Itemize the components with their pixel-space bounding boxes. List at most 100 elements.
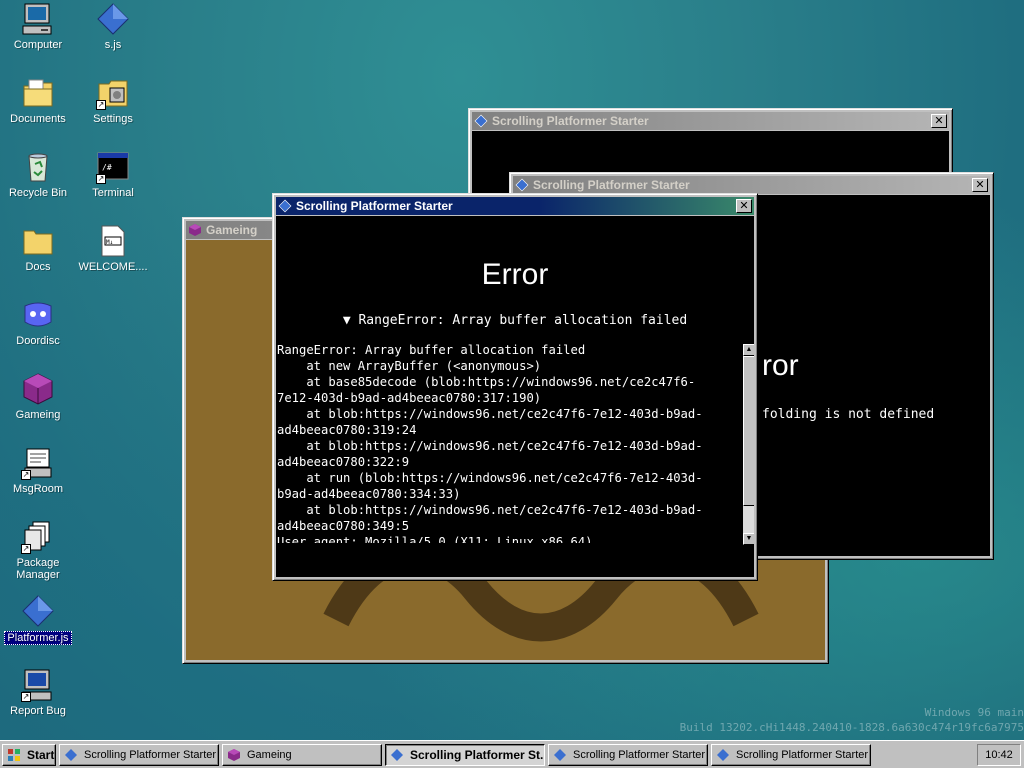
close-button[interactable]: ✕ (931, 114, 947, 128)
desktop-icon-report-bug[interactable]: ↗ Report Bug (1, 668, 75, 717)
desktop-icon-doordisc[interactable]: Doordisc (1, 298, 75, 347)
error-window-front-titlebar[interactable]: Scrolling Platformer Starter ✕ (276, 197, 754, 215)
settings-icon: ↗ (96, 76, 130, 110)
error-stack-trace: RangeError: Array buffer allocation fail… (277, 342, 743, 543)
taskbar-item-gameing[interactable]: Gameing (222, 743, 382, 766)
recycle-bin-icon (21, 150, 55, 184)
taskbar-item-label: Scrolling Platformer Starter (573, 748, 706, 761)
gameing-cube-icon (21, 372, 55, 406)
desktop-icon-label: Doordisc (16, 335, 60, 347)
taskbar-item-scrolling-platformer-4[interactable]: Scrolling Platformer Starter (711, 743, 871, 766)
taskbar-item-scrolling-platformer-3[interactable]: Scrolling Platformer Starter (548, 743, 708, 766)
stack-trace-line: at new ArrayBuffer (<anonymous>) (277, 359, 542, 373)
stack-trace-line: RangeError: Array buffer allocation fail… (277, 343, 586, 357)
js-diamond-icon (554, 748, 566, 761)
scroll-thumb[interactable] (743, 356, 754, 506)
report-bug-icon: ↗ (21, 668, 55, 702)
window-title: Scrolling Platformer Starter (533, 178, 690, 192)
clock-text: 10:42 (985, 749, 1013, 761)
close-button[interactable]: ✕ (972, 178, 988, 192)
desktop-icon-label: Platformer.js (4, 631, 72, 645)
markdown-file-icon: M↓ (96, 224, 130, 258)
doordisc-icon (21, 298, 55, 332)
desktop-icon-label: Terminal (92, 187, 134, 199)
desktop-icon-label: MsgRoom (12, 483, 64, 495)
desktop-icon-computer[interactable]: Computer (1, 2, 75, 51)
terminal-icon: /# ↗ (96, 150, 130, 184)
svg-text:M↓: M↓ (106, 239, 113, 246)
build-watermark-line1: Windows 96 main (924, 706, 1024, 719)
window-title: Scrolling Platformer Starter (492, 114, 649, 128)
taskbar-item-label: Scrolling Platformer Starter (84, 748, 217, 761)
error-message: folding is not defined (762, 407, 935, 422)
taskbar-item-label: Gameing (247, 748, 292, 761)
error-window-front[interactable]: Scrolling Platformer Starter ✕ Error ▼ R… (272, 193, 758, 581)
start-button[interactable]: Start (2, 743, 56, 766)
window-title: Scrolling Platformer Starter (296, 199, 453, 213)
shortcut-arrow-icon: ↗ (96, 174, 106, 184)
stack-trace-line: at run (blob:https://windows96.net/ce2c4… (277, 471, 703, 485)
taskbar: Start Scrolling Platformer Starter Gamei… (0, 740, 1024, 768)
js-diamond-icon (474, 114, 488, 128)
error-heading: Error (481, 258, 549, 291)
stack-trace-line: ad4beeac0780:319:24 (277, 423, 417, 437)
desktop-icon-label: Documents (10, 113, 66, 125)
desktop-icon-label: Recycle Bin (8, 187, 68, 199)
desktop-icon-label: Docs (25, 261, 51, 273)
desktop-icon-gameing[interactable]: Gameing (1, 372, 75, 421)
stack-trace-line: at base85decode (blob:https://windows96.… (277, 375, 696, 389)
gameing-cube-icon (189, 224, 201, 236)
error-heading: ror (762, 349, 799, 382)
stack-trace-line: at blob:https://windows96.net/ce2c47f6-7… (277, 407, 703, 421)
package-manager-icon: ↗ (21, 520, 55, 554)
desktop-icon-platformer-js[interactable]: Platformer.js (1, 594, 75, 645)
stack-trace-line: at blob:https://windows96.net/ce2c47f6-7… (277, 439, 703, 453)
folder-documents-icon (21, 76, 55, 110)
desktop-icon-documents[interactable]: Documents (1, 76, 75, 125)
shortcut-arrow-icon: ↗ (21, 692, 31, 702)
desktop-icon-label: WELCOME.... (78, 261, 148, 273)
desktop-icon-label: Report Bug (10, 705, 66, 717)
stack-trace-line: at blob:https://windows96.net/ce2c47f6-7… (277, 503, 703, 517)
build-watermark-line2: Build 13202.cHi1448.240410-1828.6a630c47… (679, 721, 1024, 734)
error-summary-toggle[interactable]: ▼ RangeError: Array buffer allocation fa… (276, 313, 754, 328)
gameing-cube-icon (228, 748, 240, 761)
desktop-icon-label: Gameing (15, 409, 61, 421)
js-diamond-icon (391, 748, 403, 761)
shortcut-arrow-icon: ↗ (21, 470, 31, 480)
taskbar-item-scrolling-platformer-1[interactable]: Scrolling Platformer Starter (59, 743, 219, 766)
msgroom-icon: ↗ (21, 446, 55, 480)
desktop-icon-label: Settings (93, 113, 133, 125)
desktop-icon-package-manager[interactable]: ↗ Package Manager (1, 520, 75, 581)
system-tray-clock[interactable]: 10:42 (977, 744, 1021, 766)
js-diamond-icon (65, 748, 77, 761)
js-diamond-icon (515, 178, 529, 192)
close-button[interactable]: ✕ (736, 199, 752, 213)
taskbar-item-label: Scrolling Platformer St... (410, 747, 545, 762)
desktop-icon-terminal[interactable]: /# ↗ Terminal (76, 150, 150, 199)
desktop-icon-recycle-bin[interactable]: Recycle Bin (1, 150, 75, 199)
desktop-icon-s-js[interactable]: s.js (76, 2, 150, 51)
js-diamond-icon (717, 748, 729, 761)
computer-icon (21, 2, 55, 36)
error-window-front-body: Error ▼ RangeError: Array buffer allocat… (276, 216, 754, 577)
desktop-icon-docs[interactable]: Docs (1, 224, 75, 273)
folder-icon (21, 224, 55, 258)
stack-trace-line: User agent: Mozilla/5.0 (X11; Linux x86_… (277, 535, 593, 543)
desktop-icon-msgroom[interactable]: ↗ MsgRoom (1, 446, 75, 495)
shortcut-arrow-icon: ↗ (96, 100, 106, 110)
desktop-icon-settings[interactable]: ↗ Settings (76, 76, 150, 125)
stack-trace-line: ad4beeac0780:349:5 (277, 519, 410, 533)
error-window-middle-titlebar[interactable]: Scrolling Platformer Starter ✕ (513, 176, 990, 194)
start-label: Start (27, 747, 55, 762)
stack-scrollbar[interactable]: ▲ ▼ (743, 344, 754, 545)
scroll-up-button[interactable]: ▲ (743, 344, 754, 356)
scroll-down-button[interactable]: ▼ (743, 533, 754, 545)
desktop-icon-label: s.js (104, 39, 122, 51)
stack-trace-line: b9ad-ad4beeac0780:334:33) (277, 487, 461, 501)
stack-trace-line: ad4beeac0780:322:9 (277, 455, 410, 469)
stack-trace-line: 7e12-403d-b9ad-ad4beeac0780:317:190) (277, 391, 542, 405)
error-window-back-titlebar[interactable]: Scrolling Platformer Starter ✕ (472, 112, 949, 130)
desktop-icon-welcome[interactable]: M↓ WELCOME.... (76, 224, 150, 273)
taskbar-item-scrolling-platformer-active[interactable]: Scrolling Platformer St... (385, 743, 545, 766)
